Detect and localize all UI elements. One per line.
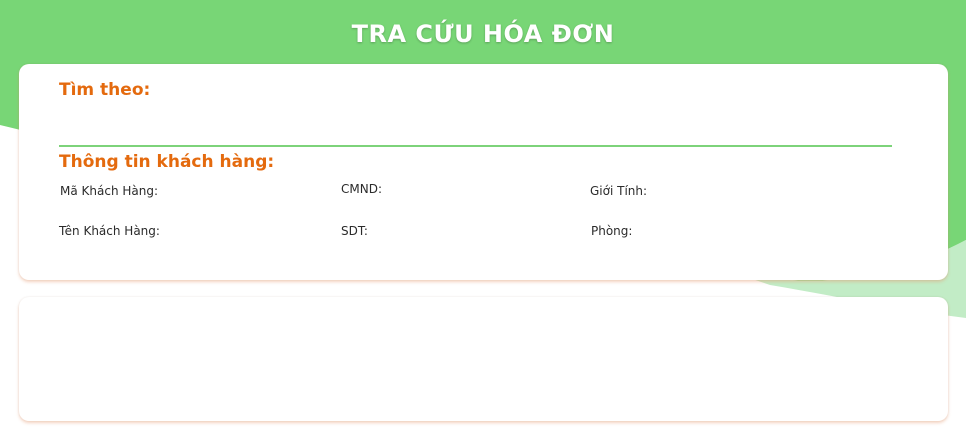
room-label: Phòng:: [591, 224, 633, 238]
id-card-label: CMND:: [341, 182, 382, 196]
search-input-underline[interactable]: [59, 145, 892, 147]
phone-label: SDT:: [341, 224, 368, 238]
gender-label: Giới Tính:: [590, 184, 648, 198]
search-heading: Tìm theo:: [59, 80, 151, 100]
page-title: TRA CỨU HÓA ĐƠN: [351, 20, 615, 48]
customer-name-label: Tên Khách Hàng:: [59, 224, 160, 238]
customer-info-heading: Thông tin khách hàng:: [59, 152, 275, 172]
search-card: Tìm theo: Thông tin khách hàng: Mã Khách…: [19, 64, 948, 280]
customer-id-label: Mã Khách Hàng:: [60, 184, 159, 198]
results-card: [19, 297, 948, 421]
